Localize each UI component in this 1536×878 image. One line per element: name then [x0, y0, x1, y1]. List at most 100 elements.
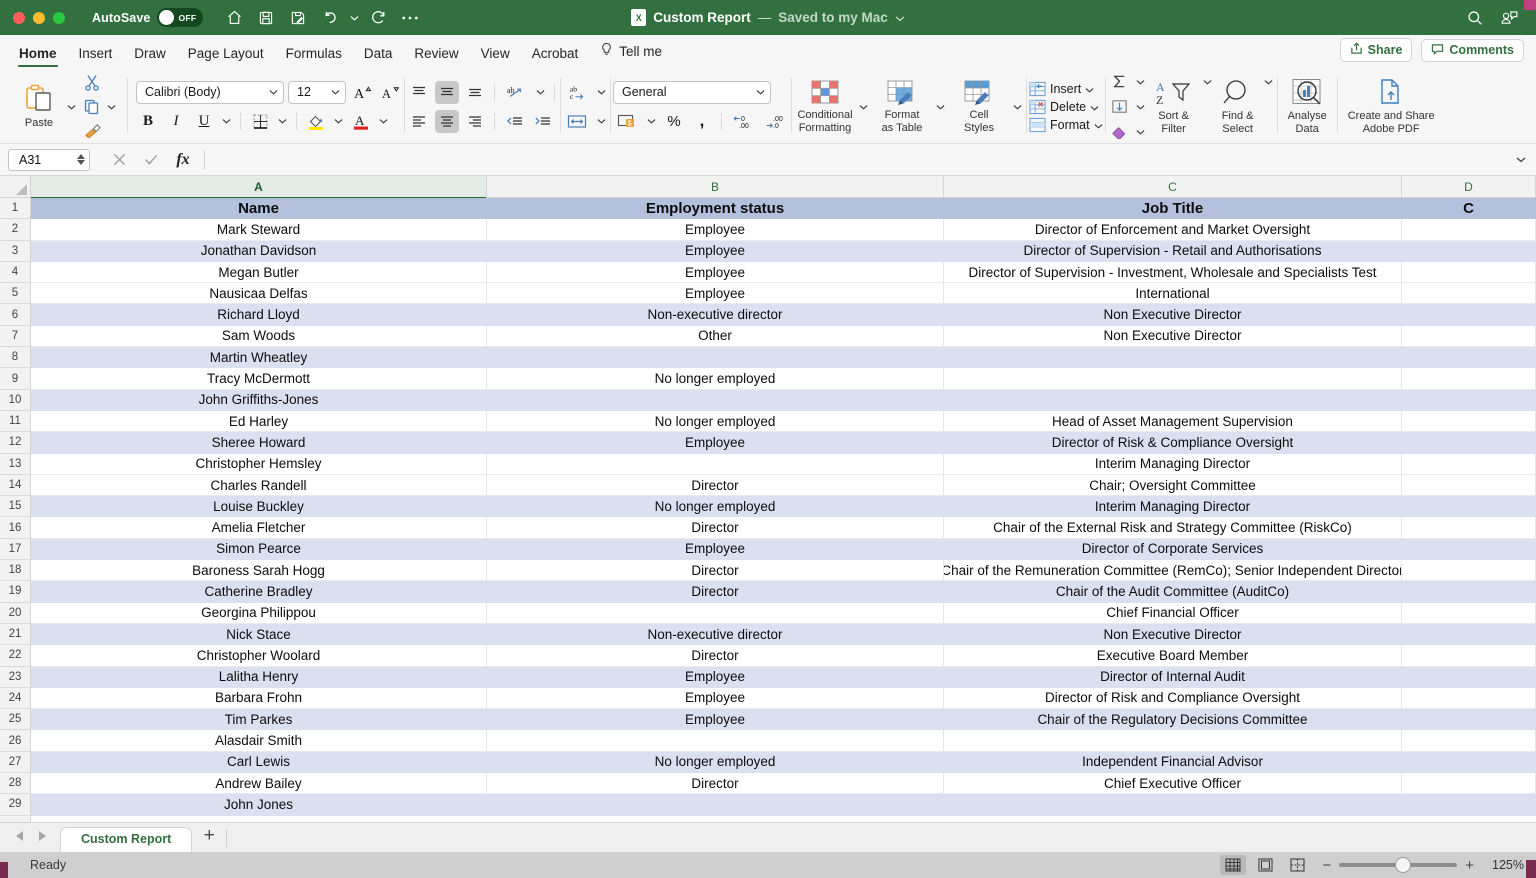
undo-icon[interactable] — [315, 5, 345, 31]
find-and-select-button[interactable]: Find & Select — [1214, 70, 1262, 143]
row-header-12[interactable]: 12 — [0, 432, 30, 454]
insert-function-icon[interactable]: fx — [168, 148, 198, 172]
minimize-window-button[interactable] — [33, 11, 45, 24]
cell-C20[interactable]: Chief Financial Officer — [944, 602, 1402, 624]
cell-C6[interactable]: Non Executive Director — [944, 304, 1402, 326]
cell-A7[interactable]: Sam Woods — [31, 325, 487, 348]
decrease-font-size-icon[interactable]: A — [378, 81, 402, 104]
borders-icon[interactable] — [248, 110, 272, 133]
cell-D24[interactable] — [1402, 687, 1536, 710]
font-name-combo[interactable]: Calibri (Body) — [136, 80, 284, 104]
add-sheet-button[interactable]: + — [192, 822, 226, 852]
cell-C12[interactable]: Director of Risk & Compliance Oversight — [944, 432, 1402, 454]
cell-C2[interactable]: Director of Enforcement and Market Overs… — [944, 219, 1402, 241]
cell-A11[interactable]: Ed Harley — [31, 410, 487, 433]
tab-draw[interactable]: Draw — [123, 46, 177, 68]
cell-A16[interactable]: Amelia Fletcher — [31, 517, 487, 539]
table-row[interactable]: Simon Pearce Employee Director of Corporat… — [31, 538, 1536, 561]
table-row[interactable]: John Jones — [31, 794, 1536, 816]
number-format-combo[interactable]: General — [613, 80, 771, 104]
cell-A4[interactable]: Megan Butler — [31, 261, 487, 284]
title-chevron-down-icon[interactable] — [895, 10, 905, 25]
orientation-chevron-down-icon[interactable] — [534, 81, 547, 104]
save-icon[interactable] — [251, 5, 281, 31]
autosum-icon[interactable] — [1108, 70, 1132, 93]
table-row[interactable]: Tim Parkes Employee Chair of the Regulator… — [31, 709, 1536, 731]
cell-C18[interactable]: Chair of the Remuneration Committee (Rem… — [944, 560, 1402, 582]
cell-C7[interactable]: Non Executive Director — [944, 325, 1402, 348]
cell-A24[interactable]: Barbara Frohn — [31, 687, 487, 710]
cell-A15[interactable]: Louise Buckley — [31, 496, 487, 518]
zoom-out-button[interactable]: − — [1322, 857, 1331, 874]
italic-button[interactable]: I — [164, 110, 188, 133]
cell-A6[interactable]: Richard Lloyd — [31, 304, 487, 326]
cell-A8[interactable]: Martin Wheatley — [31, 347, 487, 369]
cell-D26[interactable] — [1402, 730, 1536, 752]
increase-decimal-icon[interactable]: 0.00 — [729, 110, 757, 133]
table-row[interactable]: Lalitha Henry Employee Director of Interna… — [31, 666, 1536, 688]
cell-B8[interactable] — [487, 347, 944, 369]
row-header-9[interactable]: 9 — [0, 368, 30, 390]
tab-view[interactable]: View — [470, 46, 521, 68]
cell-C17[interactable]: Director of Corporate Services — [944, 538, 1402, 561]
align-center-icon[interactable] — [435, 109, 459, 133]
zoom-level-label[interactable]: 125% — [1482, 858, 1524, 872]
cell-C16[interactable]: Chair of the External Risk and Strategy … — [944, 517, 1402, 539]
column-header-c[interactable]: C — [944, 176, 1402, 198]
cell-B25[interactable]: Employee — [487, 709, 944, 731]
cancel-icon[interactable] — [104, 148, 134, 172]
font-size-combo[interactable]: 12 — [288, 80, 346, 104]
copy-dropdown-chevron-icon[interactable] — [105, 95, 118, 118]
row-header-22[interactable]: 22 — [0, 645, 30, 667]
redo-icon[interactable] — [363, 5, 393, 31]
save-as-icon[interactable] — [283, 5, 313, 31]
cell-A5[interactable]: Nausicaa Delfas — [31, 283, 487, 305]
cell-B29[interactable] — [487, 794, 944, 816]
cell-A19[interactable]: Catherine Bradley — [31, 581, 487, 603]
cell-C13[interactable]: Interim Managing Director — [944, 453, 1402, 475]
cell-D6[interactable] — [1402, 304, 1536, 326]
table-row[interactable]: Louise Buckley No longer employed Interim … — [31, 496, 1536, 518]
cell-D3[interactable] — [1402, 240, 1536, 262]
comments-button[interactable]: Comments — [1421, 38, 1524, 62]
cell-B16[interactable]: Director — [487, 517, 944, 539]
tab-review[interactable]: Review — [403, 46, 469, 68]
cell-C15[interactable]: Interim Managing Director — [944, 496, 1402, 518]
increase-font-size-icon[interactable]: A — [350, 81, 374, 104]
cell-D22[interactable] — [1402, 645, 1536, 667]
cell-C9[interactable] — [944, 368, 1402, 390]
zoom-in-button[interactable]: + — [1465, 857, 1474, 874]
fill-color-icon[interactable] — [304, 110, 328, 133]
cell-D5[interactable] — [1402, 283, 1536, 305]
cell-A14[interactable]: Charles Randell — [31, 474, 487, 497]
wrap-text-chevron-down-icon[interactable] — [595, 81, 608, 104]
cell-C23[interactable]: Director of Internal Audit — [944, 666, 1402, 688]
table-row[interactable]: Catherine Bradley Director Chair of the Au… — [31, 581, 1536, 603]
formula-bar-expand-chevron-icon[interactable] — [1510, 156, 1532, 163]
cell-D10[interactable] — [1402, 389, 1536, 411]
name-box-stepper[interactable] — [77, 154, 85, 165]
format-as-table-chevron-down-icon[interactable] — [934, 95, 947, 118]
cell-B2[interactable]: Employee — [487, 219, 944, 241]
increase-indent-icon[interactable] — [530, 110, 554, 133]
row-header-14[interactable]: 14 — [0, 475, 30, 497]
accounting-chevron-down-icon[interactable] — [645, 110, 658, 133]
row-header-15[interactable]: 15 — [0, 496, 30, 518]
align-bottom-icon[interactable] — [463, 81, 487, 104]
cell-B27[interactable]: No longer employed — [487, 751, 944, 774]
tell-me-search[interactable]: Tell me — [589, 42, 673, 67]
cell-D12[interactable] — [1402, 432, 1536, 454]
row-header-25[interactable]: 25 — [0, 709, 30, 731]
tab-page-layout[interactable]: Page Layout — [177, 46, 275, 68]
cell-D25[interactable] — [1402, 709, 1536, 731]
cell-D14[interactable] — [1402, 474, 1536, 497]
analyse-data-button[interactable]: Analyse Data — [1280, 70, 1335, 143]
sheet-tab-custom-report[interactable]: Custom Report — [60, 827, 193, 852]
align-left-icon[interactable] — [407, 110, 431, 133]
table-row[interactable]: Charles Randell Director Chair; Oversight … — [31, 474, 1536, 497]
cell-B3[interactable]: Employee — [487, 240, 944, 262]
column-header-b[interactable]: B — [487, 176, 944, 198]
document-name[interactable]: Custom Report — [653, 10, 751, 25]
close-window-button[interactable] — [13, 11, 25, 24]
home-icon[interactable] — [219, 5, 249, 31]
